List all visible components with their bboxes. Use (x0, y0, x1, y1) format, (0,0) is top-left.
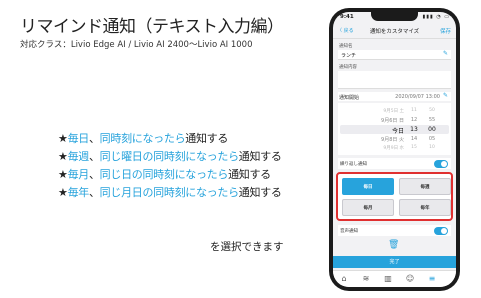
closing-note: を選択できます (210, 241, 284, 253)
name-value: ランチ (341, 52, 357, 59)
repeat-toggle[interactable] (434, 160, 448, 168)
repeat-row: 繰り返し通知 (338, 158, 451, 169)
repeat-label: 繰り返し通知 (340, 162, 367, 167)
status-time: 9:41 (340, 14, 354, 20)
save-button[interactable]: 保存 (440, 27, 451, 35)
user-icon[interactable]: ☺ (405, 274, 415, 283)
frequency-daily-button[interactable]: 毎日 (342, 178, 394, 195)
pencil-icon[interactable]: ✎ (443, 92, 448, 99)
frequency-monthly-button[interactable]: 毎月 (342, 199, 394, 216)
phone-notch (371, 12, 418, 21)
nav-bar: 〈 戻る 通知をカスタマイズ 保存 (333, 24, 456, 39)
toggle-knob (441, 161, 447, 167)
name-label: 通知名 (339, 44, 353, 49)
datetime-picker[interactable]: 9月5日 土 11 50 9月6日 日 12 55 今日 13 00 9月8日 … (338, 103, 451, 155)
nav-title: 通知をカスタマイズ (369, 29, 420, 35)
pencil-icon[interactable]: ✎ (443, 50, 448, 57)
sound-row: 音声通知 (338, 225, 451, 236)
picker-row[interactable]: 9月5日 土 11 50 (338, 108, 451, 115)
home-icon[interactable]: ⌂ (339, 274, 349, 283)
menu-icon[interactable]: ≡ (427, 274, 437, 283)
frequency-panel: 毎日 毎週 毎月 毎年 (336, 172, 453, 221)
bullet-yearly: ★毎年、同じ月日の同時刻になったら通知する (58, 186, 282, 199)
content-label: 通知内容 (339, 65, 357, 70)
bullet-list: ★毎日、同時刻になったら通知する ★毎週、同じ曜日の同時刻になったら通知する ★… (58, 130, 282, 202)
picker-row[interactable]: 9月8日 火 14 05 (338, 136, 451, 143)
name-field[interactable]: ランチ ✎ (338, 50, 451, 60)
slide-subtitle: 対応クラス：Livio Edge AI / Livio AI 2400〜Livi… (20, 40, 253, 50)
status-icons: ▮▮▮ ◔ ▭ (422, 14, 450, 20)
bullet-weekly: ★毎週、同じ曜日の同時刻になったら通知する (58, 150, 282, 163)
bars-icon[interactable]: ▥ (383, 274, 393, 283)
start-value: 2020/09/07 13:00 (395, 93, 440, 100)
frequency-weekly-button[interactable]: 毎週 (399, 178, 451, 195)
picker-row-selected[interactable]: 今日 13 00 (338, 126, 451, 135)
sound-label: 音声通知 (340, 229, 358, 234)
bullet-monthly: ★毎月、同じ日の同時刻になったら通知する (58, 168, 271, 181)
chart-icon[interactable]: ≋ (361, 274, 371, 283)
start-label: 通知開始 (339, 94, 360, 101)
picker-row[interactable]: 9月6日 日 12 55 (338, 117, 451, 124)
frequency-yearly-button[interactable]: 毎年 (399, 199, 451, 216)
content-field[interactable] (338, 71, 451, 89)
picker-row[interactable]: 9月9日 水 15 10 (338, 145, 451, 152)
phone-screen: 9:41 ▮▮▮ ◔ ▭ 〈 戻る 通知をカスタマイズ 保存 通知名 ランチ ✎… (333, 12, 456, 287)
toggle-knob (441, 228, 447, 234)
start-row[interactable]: 通知開始 2020/09/07 13:00 ✎ (338, 92, 451, 101)
bullet-daily: ★毎日、同時刻になったら通知する (58, 132, 229, 145)
trash-icon[interactable]: 🗑 (388, 240, 399, 250)
slide-title: リマインド通知（テキスト入力編） (20, 17, 284, 37)
phone-frame: 9:41 ▮▮▮ ◔ ▭ 〈 戻る 通知をカスタマイズ 保存 通知名 ランチ ✎… (329, 8, 460, 291)
tab-bar: ⌂ ≋ ▥ ☺ ≡ (333, 270, 456, 287)
sound-toggle[interactable] (434, 227, 448, 235)
done-button[interactable]: 完了 (333, 256, 456, 268)
